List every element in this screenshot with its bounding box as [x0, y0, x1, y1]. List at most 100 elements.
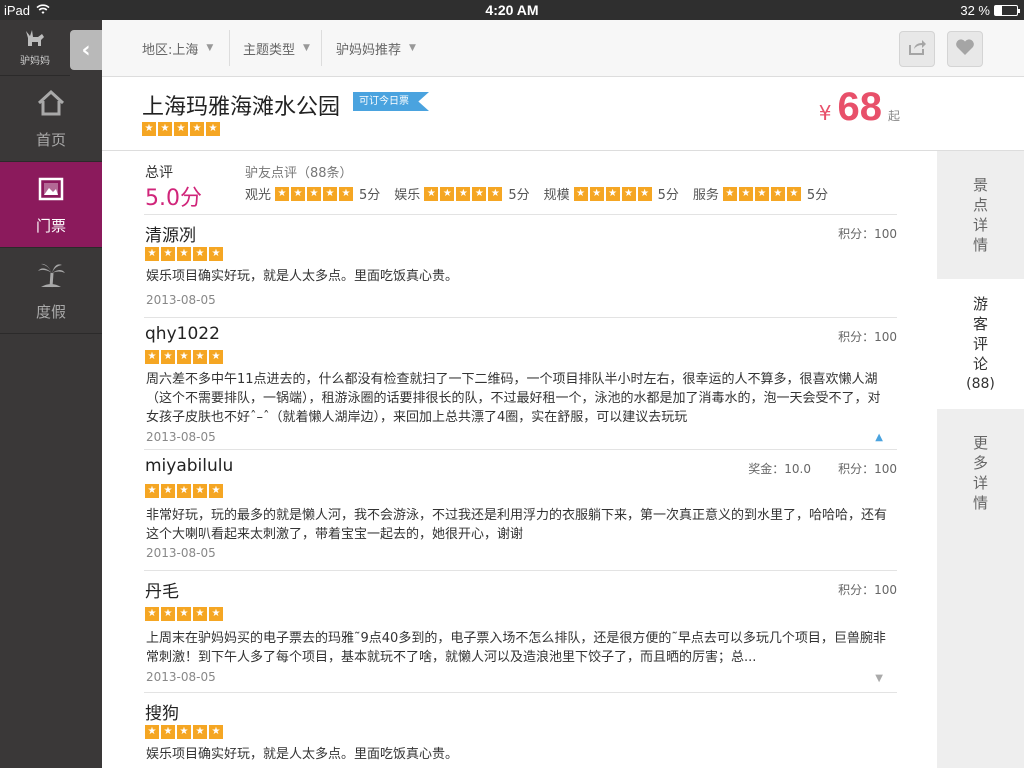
review-item: qhy1022 积分：100 ★ ★ ★ ★ ★ 周六差不多中午11点进去的，什么都没有… [144, 317, 897, 449]
review-stars: ★ ★ ★ ★ ★ [145, 607, 223, 621]
main-panel: 地区:上海 ▼ 主题类型 ▼ 驴妈妈推荐 ▼ 上海玛雅海滩水公园 可订今日票 ★… [102, 20, 1024, 768]
review-item: 搜狗 ★ ★ ★ ★ ★ 娱乐项目确实好玩，就是人太多点。里面吃饭真心贵。 [144, 692, 897, 768]
filter-region[interactable]: 地区:上海 ▼ [142, 20, 213, 76]
star-icon: ★ [275, 186, 290, 201]
category-scale: 规模 ★ ★ ★ ★ ★ 5分 [544, 184, 679, 203]
share-icon [907, 38, 927, 61]
review-stars: ★ ★ ★ ★ ★ [145, 247, 223, 261]
review-stars: ★ ★ ★ ★ ★ [145, 484, 223, 498]
star-icon: ★ [193, 725, 207, 739]
tab-attraction-details[interactable]: 景点详情 [937, 151, 1024, 279]
nav-item-home[interactable]: 首页 [0, 76, 102, 162]
star-icon: ★ [190, 122, 204, 136]
collapse-sidebar-button[interactable]: ‹ [70, 30, 102, 70]
category-service: 服务 ★ ★ ★ ★ ★ 5分 [693, 184, 828, 203]
star-icon: ★ [323, 186, 338, 201]
star-icon: ★ [161, 725, 175, 739]
score-summary: 总评 5.0分 驴友点评（88条） 观光 ★ ★ ★ ★ ★ 5分 娱乐 ★ ★ ★ ★ ★ 5… [145, 162, 897, 214]
star-icon: ★ [145, 607, 159, 621]
star-icon: ★ [145, 484, 159, 498]
chevron-left-icon: ‹ [81, 37, 91, 63]
share-button[interactable] [899, 31, 935, 67]
review-stars: ★ ★ ★ ★ ★ [145, 350, 223, 364]
star-icon: ★ [161, 247, 175, 261]
divider [229, 30, 230, 66]
heart-icon [955, 38, 975, 61]
tab-review-count: (88) [966, 376, 995, 392]
category-label: 观光 [245, 188, 272, 203]
donkey-logo-icon [24, 28, 46, 52]
star-icon: ★ [589, 186, 604, 201]
category-sightseeing: 观光 ★ ★ ★ ★ ★ 5分 [245, 184, 380, 203]
star-icon: ★ [424, 186, 439, 201]
review-points: 积分：100 [838, 583, 897, 597]
star-icon: ★ [621, 186, 636, 201]
ticket-picture-icon [35, 173, 67, 209]
star-icon: ★ [573, 186, 588, 201]
category-score: 5分 [359, 188, 381, 203]
star-icon: ★ [177, 725, 191, 739]
expand-review-arrow-icon[interactable]: ▼ [875, 673, 883, 684]
star-icon: ★ [193, 247, 207, 261]
attraction-rating-stars: ★ ★ ★ ★ ★ [142, 122, 220, 136]
category-label: 规模 [543, 188, 570, 203]
review-item: miyabilulu 奖金：10.0 积分：100 ★ ★ ★ ★ ★ 非常好玩，玩的最… [144, 449, 897, 570]
star-icon: ★ [177, 350, 191, 364]
nav-label-tickets: 门票 [35, 217, 66, 235]
battery-percent: 32 % [960, 3, 990, 18]
category-score: 5分 [657, 188, 679, 203]
category-score: 5分 [508, 188, 530, 203]
app-logo[interactable]: 驴妈妈 [0, 20, 70, 76]
star-icon: ★ [161, 484, 175, 498]
star-icon: ★ [206, 122, 220, 136]
star-icon: ★ [209, 725, 223, 739]
star-icon: ★ [177, 247, 191, 261]
tab-visitor-reviews[interactable]: 游客评论 (88) [937, 279, 1024, 409]
category-stars: ★ ★ ★ ★ ★ [722, 186, 801, 201]
star-icon: ★ [177, 484, 191, 498]
star-icon: ★ [605, 186, 620, 201]
star-icon: ★ [770, 186, 785, 201]
category-label: 娱乐 [394, 188, 421, 203]
status-bar: iPad 4:20 AM 32 % [0, 0, 1024, 20]
divider [321, 30, 322, 66]
price-suffix: 起 [887, 109, 900, 123]
category-stars: ★ ★ ★ ★ ★ [424, 186, 503, 201]
filter-recommend-label: 驴妈妈推荐 [336, 42, 402, 58]
review-count: 驴友点评（88条） [245, 166, 353, 181]
star-icon: ★ [291, 186, 306, 201]
filter-recommend[interactable]: 驴妈妈推荐 ▼ [336, 20, 416, 76]
reviews-content[interactable]: 总评 5.0分 驴友点评（88条） 观光 ★ ★ ★ ★ ★ 5分 娱乐 ★ ★ ★ ★ ★ 5… [102, 151, 937, 768]
today-ticket-badge: 可订今日票 [353, 92, 429, 111]
favorite-button[interactable] [947, 31, 983, 67]
star-icon: ★ [472, 186, 487, 201]
collapse-review-arrow-icon[interactable]: ▲ [875, 432, 883, 443]
review-user: miyabilulu [145, 456, 234, 476]
sidebar: 驴妈妈 ‹ 首页 门票 度假 [0, 20, 102, 768]
price-currency: ¥ [818, 101, 832, 125]
category-stars: ★ ★ ★ ★ ★ [573, 186, 652, 201]
review-item: 丹毛 积分：100 ★ ★ ★ ★ ★ 上周末在驴妈妈买的电子票去的玛雅˜9点40多到的… [144, 570, 897, 692]
category-entertainment: 娱乐 ★ ★ ★ ★ ★ 5分 [394, 184, 530, 203]
nav-item-vacation[interactable]: 度假 [0, 248, 102, 334]
star-icon: ★ [637, 186, 652, 201]
review-date: 2013-08-05 [146, 670, 216, 684]
category-score: 5分 [806, 188, 829, 203]
filter-bar: 地区:上海 ▼ 主题类型 ▼ 驴妈妈推荐 ▼ [102, 20, 1024, 77]
star-icon: ★ [754, 186, 769, 201]
nav-item-tickets[interactable]: 门票 [0, 162, 102, 248]
filter-theme[interactable]: 主题类型 ▼ [243, 20, 310, 76]
star-icon: ★ [440, 186, 455, 201]
review-user: 搜狗 [145, 704, 179, 724]
review-points: 积分：100 [838, 462, 897, 476]
star-icon: ★ [209, 247, 223, 261]
tab-more-details[interactable]: 更多详情 [937, 409, 1024, 537]
caret-down-icon: ▼ [303, 43, 310, 53]
palm-tree-icon [35, 259, 67, 295]
star-icon: ★ [339, 186, 354, 201]
star-icon: ★ [177, 607, 191, 621]
star-icon: ★ [161, 350, 175, 364]
price-amount: 68 [837, 85, 882, 129]
filter-region-label: 地区:上海 [142, 42, 199, 58]
nav-label-vacation: 度假 [35, 303, 66, 321]
